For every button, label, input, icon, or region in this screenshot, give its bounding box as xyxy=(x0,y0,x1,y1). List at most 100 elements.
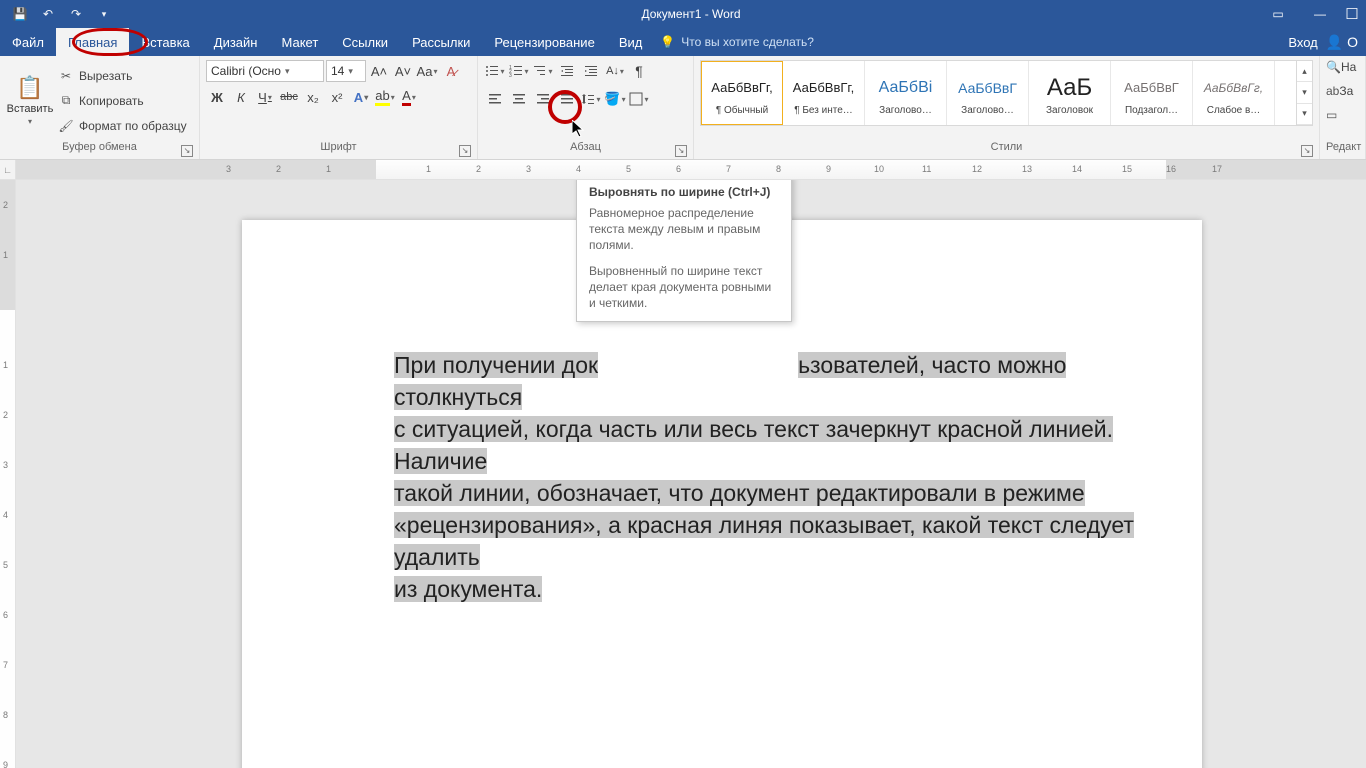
tab-view[interactable]: Вид xyxy=(607,28,655,56)
line-spacing-button[interactable] xyxy=(580,88,602,110)
tell-me-search[interactable]: 💡 Что вы хотите сделать? xyxy=(660,28,814,56)
replace-icon: ab xyxy=(1326,84,1339,98)
copy-button[interactable]: ⧉Копировать xyxy=(54,90,191,112)
grow-font-button[interactable]: A˄ xyxy=(368,60,390,82)
group-editing: 🔍На abЗа ▭ Редакт xyxy=(1320,56,1366,159)
font-name-combo[interactable]: Calibri (Осно▾ xyxy=(206,60,324,82)
ribbon-tabs: Файл Главная Вставка Дизайн Макет Ссылки… xyxy=(0,28,1366,56)
tab-design[interactable]: Дизайн xyxy=(202,28,270,56)
document-canvas[interactable]: При получении докьзователей, часто можно… xyxy=(16,180,1366,768)
tab-insert[interactable]: Вставка xyxy=(129,28,201,56)
qat-customize-icon[interactable]: ▾ xyxy=(92,2,116,26)
copy-icon: ⧉ xyxy=(58,93,74,108)
style-item[interactable]: АаБЗаголовок xyxy=(1029,61,1111,125)
underline-button[interactable]: Ч xyxy=(254,86,276,108)
group-clipboard: 📋 Вставить ▾ ✂Вырезать ⧉Копировать 🖌Форм… xyxy=(0,56,200,159)
quick-access-toolbar: 💾 ↶ ↷ ▾ xyxy=(0,2,124,26)
style-item[interactable]: АаБбВвГЗаголово… xyxy=(947,61,1029,125)
clipboard-dialog-launcher[interactable]: ↘ xyxy=(181,145,193,157)
tooltip-title: Выровнять по ширине (Ctrl+J) xyxy=(589,185,779,199)
paragraph-dialog-launcher[interactable]: ↘ xyxy=(675,145,687,157)
window-controls: ▭ — ☐ xyxy=(1258,0,1366,28)
document-text[interactable]: При получении докьзователей, часто можно… xyxy=(394,350,1184,606)
align-center-button[interactable] xyxy=(508,88,530,110)
lightbulb-icon: 💡 xyxy=(660,35,675,49)
styles-more-icon[interactable]: ▾ xyxy=(1297,104,1312,125)
tooltip-body-1: Равномерное распределение текста между л… xyxy=(589,205,779,253)
vertical-ruler[interactable]: 21123456789 xyxy=(0,180,16,768)
bullets-button[interactable] xyxy=(484,60,506,82)
italic-button[interactable]: К xyxy=(230,86,252,108)
multilevel-list-button[interactable] xyxy=(532,60,554,82)
tab-references[interactable]: Ссылки xyxy=(330,28,400,56)
styles-gallery[interactable]: АаБбВвГг,¶ ОбычныйАаБбВвГг,¶ Без инте…Аа… xyxy=(700,60,1313,126)
decrease-indent-button[interactable] xyxy=(556,60,578,82)
font-color-button[interactable]: A xyxy=(398,86,420,108)
group-paragraph: 123 A↓ ¶ 🪣 Абзац↘ xyxy=(478,56,694,159)
justify-button[interactable] xyxy=(556,88,578,110)
bold-button[interactable]: Ж xyxy=(206,86,228,108)
select-icon: ▭ xyxy=(1326,108,1337,122)
find-button[interactable]: 🔍На xyxy=(1326,60,1356,82)
paste-icon: 📋 xyxy=(16,75,43,101)
tooltip-justify: Выровнять по ширине (Ctrl+J) Равномерное… xyxy=(576,180,792,322)
window-title: Документ1 - Word xyxy=(124,7,1258,21)
styles-gallery-scroll[interactable]: ▴ ▾ ▾ xyxy=(1296,61,1312,125)
group-styles-label: Стили xyxy=(991,141,1023,153)
style-item[interactable]: АаБбВвГг,Слабое в… xyxy=(1193,61,1275,125)
tab-review[interactable]: Рецензирование xyxy=(482,28,606,56)
redo-icon[interactable]: ↷ xyxy=(64,2,88,26)
share-icon[interactable]: 👤 О xyxy=(1326,34,1358,51)
change-case-button[interactable]: Aa xyxy=(416,60,438,82)
ribbon-display-icon[interactable]: ▭ xyxy=(1258,0,1298,28)
sort-button[interactable]: A↓ xyxy=(604,60,626,82)
svg-text:3: 3 xyxy=(509,73,512,78)
borders-button[interactable] xyxy=(628,88,650,110)
tab-layout[interactable]: Макет xyxy=(269,28,330,56)
format-painter-button[interactable]: 🖌Формат по образцу xyxy=(54,115,191,137)
text-effects-button[interactable]: A xyxy=(350,86,372,108)
save-icon[interactable]: 💾 xyxy=(8,2,32,26)
maximize-icon[interactable]: ☐ xyxy=(1342,0,1362,28)
paste-label: Вставить xyxy=(7,103,54,115)
ribbon: 📋 Вставить ▾ ✂Вырезать ⧉Копировать 🖌Форм… xyxy=(0,56,1366,160)
tooltip-body-2: Выровненный по ширине текст делает края … xyxy=(589,263,779,311)
chevron-up-icon[interactable]: ▴ xyxy=(1297,61,1312,82)
increase-indent-button[interactable] xyxy=(580,60,602,82)
paste-button[interactable]: 📋 Вставить ▾ xyxy=(6,60,54,141)
minimize-icon[interactable]: — xyxy=(1300,0,1340,28)
align-right-button[interactable] xyxy=(532,88,554,110)
scissors-icon: ✂ xyxy=(58,69,74,83)
shading-button[interactable]: 🪣 xyxy=(604,88,626,110)
undo-icon[interactable]: ↶ xyxy=(36,2,60,26)
show-marks-button[interactable]: ¶ xyxy=(628,60,650,82)
chevron-down-icon[interactable]: ▾ xyxy=(1297,82,1312,103)
font-dialog-launcher[interactable]: ↘ xyxy=(459,145,471,157)
clear-format-button[interactable]: A̷ xyxy=(440,60,462,82)
tab-mailings[interactable]: Рассылки xyxy=(400,28,482,56)
font-size-combo[interactable]: 14▾ xyxy=(326,60,366,82)
align-left-button[interactable] xyxy=(484,88,506,110)
shrink-font-button[interactable]: A˅ xyxy=(392,60,414,82)
styles-dialog-launcher[interactable]: ↘ xyxy=(1301,145,1313,157)
superscript-button[interactable]: x² xyxy=(326,86,348,108)
group-font: Calibri (Осно▾ 14▾ A˄ A˅ Aa A̷ Ж К Ч abc… xyxy=(200,56,478,159)
tab-file[interactable]: Файл xyxy=(0,28,56,56)
select-button[interactable]: ▭ xyxy=(1326,108,1356,130)
sign-in-link[interactable]: Вход xyxy=(1288,35,1317,50)
title-bar: 💾 ↶ ↷ ▾ Документ1 - Word ▭ — ☐ xyxy=(0,0,1366,28)
replace-button[interactable]: abЗа xyxy=(1326,84,1356,106)
style-item[interactable]: АаБбВвГг,¶ Обычный xyxy=(701,61,783,125)
numbering-button[interactable]: 123 xyxy=(508,60,530,82)
group-clipboard-label: Буфер обмена xyxy=(62,141,137,153)
style-item[interactable]: АаБбВвГПодзагол… xyxy=(1111,61,1193,125)
style-item[interactable]: АаБбВвГг,¶ Без инте… xyxy=(783,61,865,125)
style-item[interactable]: АаБбВіЗаголово… xyxy=(865,61,947,125)
subscript-button[interactable]: x₂ xyxy=(302,86,324,108)
highlight-color-button[interactable]: ab xyxy=(374,86,396,108)
tab-home[interactable]: Главная xyxy=(56,28,129,56)
horizontal-ruler[interactable]: 3211234567891011121314151617 xyxy=(16,160,1366,179)
strike-button[interactable]: abc xyxy=(278,86,300,108)
cut-button[interactable]: ✂Вырезать xyxy=(54,65,191,87)
group-editing-label: Редакт xyxy=(1326,141,1361,153)
